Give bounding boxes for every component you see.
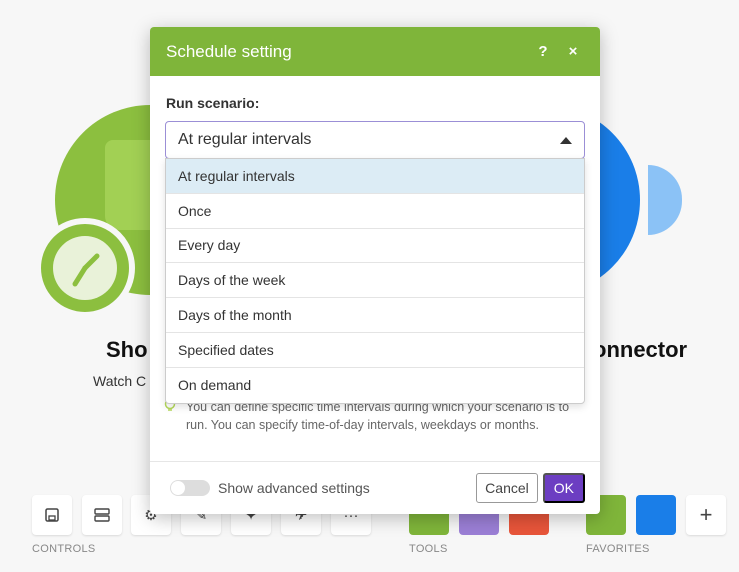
dialog-footer: Show advanced settings Cancel OK <box>150 461 600 514</box>
dialog-header: Schedule setting ? × <box>150 27 600 76</box>
run-scenario-options: At regular intervals Once Every day Days… <box>165 158 585 404</box>
add-favorite-icon[interactable]: + <box>686 495 726 535</box>
chevron-up-icon <box>560 136 572 144</box>
ok-button[interactable]: OK <box>542 473 585 503</box>
shopify-module-subtitle: Watch C <box>93 373 147 389</box>
shopify-module-title: Sho <box>106 337 148 362</box>
option-days-of-month[interactable]: Days of the month <box>166 298 584 333</box>
run-scenario-select[interactable]: At regular intervals <box>165 121 585 159</box>
close-icon[interactable]: × <box>562 41 584 63</box>
schedule-clock-button[interactable] <box>35 218 135 318</box>
advanced-settings-toggle[interactable] <box>170 480 210 496</box>
option-every-day[interactable]: Every day <box>166 229 584 264</box>
cancel-button[interactable]: Cancel <box>476 473 538 503</box>
clock-icon <box>53 236 117 300</box>
schedule-setting-dialog: Schedule setting ? × Run scenario: At re… <box>150 27 600 514</box>
flow-control-icon[interactable] <box>82 495 122 535</box>
option-days-of-week[interactable]: Days of the week <box>166 263 584 299</box>
favorite-connector-icon[interactable] <box>636 495 676 535</box>
run-scenario-value: At regular intervals <box>178 131 312 148</box>
advanced-settings-label: Show advanced settings <box>218 480 370 496</box>
option-once[interactable]: Once <box>166 194 584 229</box>
controls-label: CONTROLS <box>32 543 96 555</box>
help-icon[interactable]: ? <box>532 41 554 63</box>
connector-module-title: onnector <box>593 337 688 362</box>
option-on-demand[interactable]: On demand <box>166 368 584 403</box>
option-at-regular-intervals[interactable]: At regular intervals <box>166 159 584 194</box>
favorites-label: FAVORITES <box>586 543 650 555</box>
tools-label: TOOLS <box>409 543 448 555</box>
save-icon[interactable] <box>32 495 72 535</box>
run-scenario-label: Run scenario: <box>166 95 260 111</box>
dialog-title: Schedule setting <box>166 41 292 61</box>
option-specified-dates[interactable]: Specified dates <box>166 333 584 368</box>
